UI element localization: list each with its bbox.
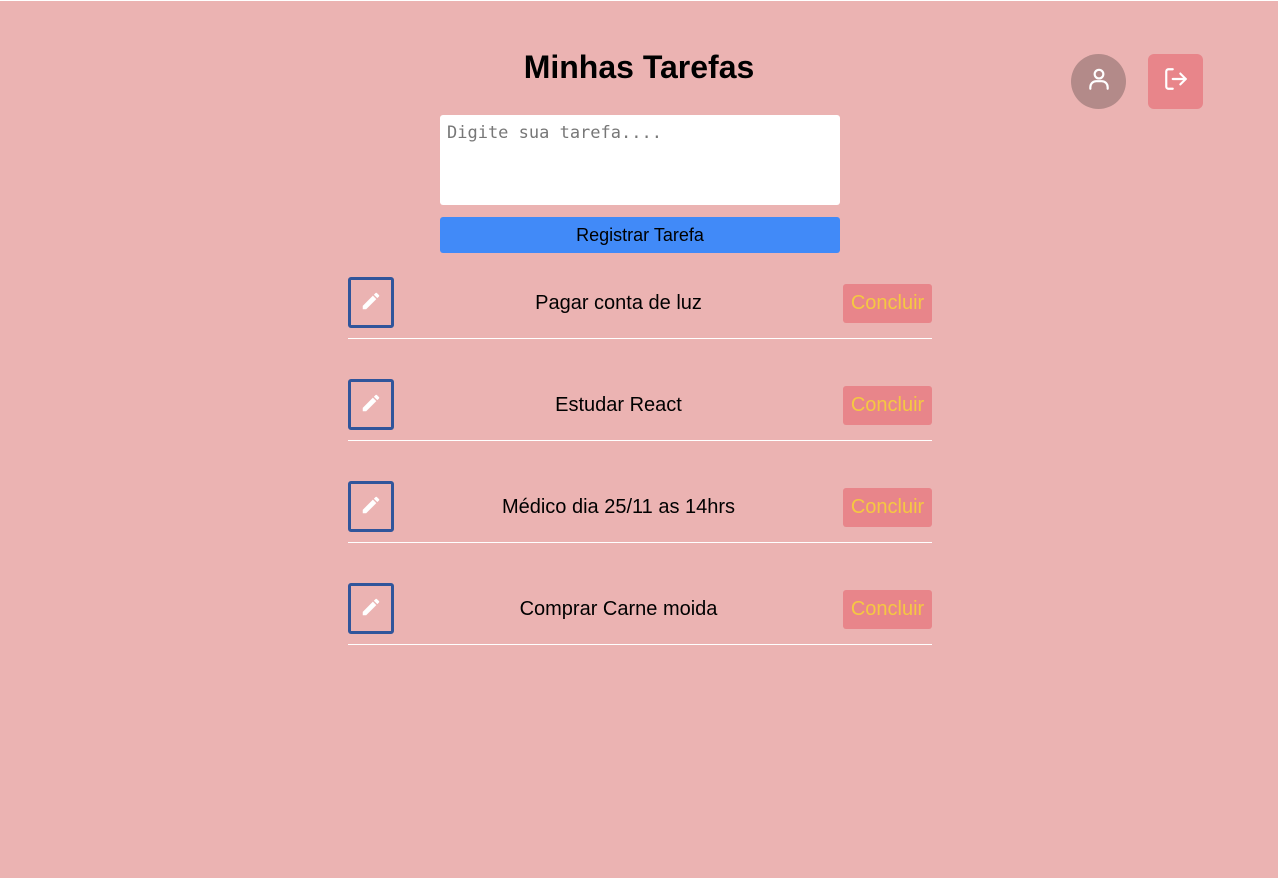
task-item: Estudar React Concluir xyxy=(348,379,932,441)
task-text: Estudar React xyxy=(555,394,682,416)
conclude-task-button[interactable]: Concluir xyxy=(843,284,932,323)
task-text: Pagar conta de luz xyxy=(535,292,702,314)
user-icon xyxy=(1086,66,1112,97)
pencil-icon xyxy=(360,392,382,417)
pencil-icon xyxy=(360,290,382,315)
edit-task-button[interactable] xyxy=(348,481,394,532)
profile-button[interactable] xyxy=(1071,54,1126,109)
logout-icon xyxy=(1163,66,1189,97)
edit-task-button[interactable] xyxy=(348,277,394,328)
pencil-icon xyxy=(360,494,382,519)
edit-task-button[interactable] xyxy=(348,379,394,430)
edit-task-button[interactable] xyxy=(348,583,394,634)
task-list: Pagar conta de luz Concluir Estudar Reac… xyxy=(348,277,932,685)
task-item: Pagar conta de luz Concluir xyxy=(348,277,932,339)
conclude-task-button[interactable]: Concluir xyxy=(843,488,932,527)
task-input[interactable] xyxy=(440,115,840,205)
conclude-task-button[interactable]: Concluir xyxy=(843,386,932,425)
register-task-button[interactable]: Registrar Tarefa xyxy=(440,217,840,253)
pencil-icon xyxy=(360,596,382,621)
logout-button[interactable] xyxy=(1148,54,1203,109)
task-text: Médico dia 25/11 as 14hrs xyxy=(501,496,736,518)
task-item: Comprar Carne moida Concluir xyxy=(348,583,932,645)
conclude-task-button[interactable]: Concluir xyxy=(843,590,932,629)
task-text: Comprar Carne moida xyxy=(519,598,718,620)
task-item: Médico dia 25/11 as 14hrs Concluir xyxy=(348,481,932,543)
